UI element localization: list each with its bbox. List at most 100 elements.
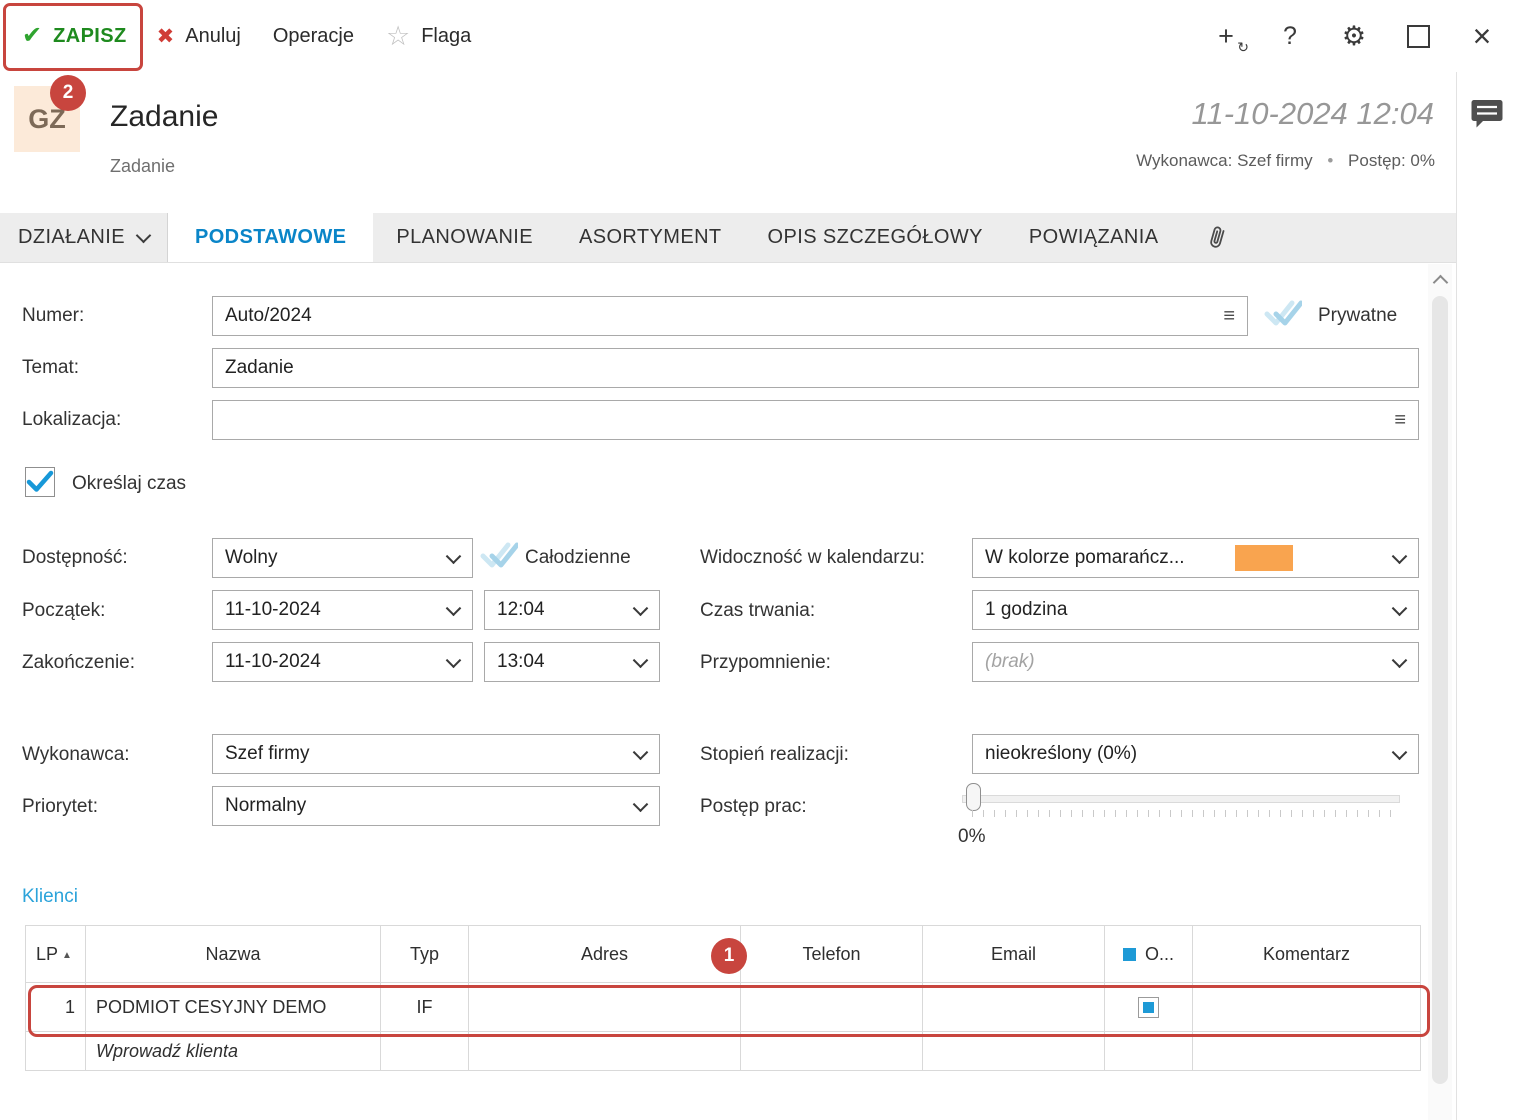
new-cell-checkbox [1104,1031,1193,1071]
new-cell-typ [380,1031,469,1071]
tab-asortyment[interactable]: ASORTYMENT [556,213,745,262]
czas-trwania-select[interactable]: 1 godzina [972,590,1419,630]
toolbar: ✔ ZAPISZ ✖ Anuluj Operacje ☆ Flaga + ↻ ?… [0,0,1519,72]
zakonczenie-date-select[interactable]: 11-10-2024 [212,642,473,682]
lokalizacja-input[interactable]: ≡ [212,400,1419,440]
star-icon: ☆ [386,20,411,51]
right-rail [1456,72,1519,1120]
chevron-down-icon [135,227,152,244]
temat-input[interactable]: Zadanie [212,348,1419,388]
widocznosc-label: Widoczność w kalendarzu: [700,547,925,568]
new-client-input[interactable]: Wprowadź klienta [85,1031,381,1071]
column-header-o[interactable]: O... [1104,925,1193,983]
wykonawca-value: Szef firmy [225,743,310,764]
tab-opis-szczegolowy[interactable]: OPIS SZCZEGÓŁOWY [745,213,1006,262]
checkbox-column-icon [1122,947,1136,961]
numer-label: Numer: [22,305,85,326]
widocznosc-select[interactable]: W kolorze pomarańcz... [972,538,1419,578]
zakonczenie-time-value: 13:04 [497,651,545,672]
maximize-button[interactable] [1405,20,1431,52]
okreslaj-czas-checkbox[interactable] [25,467,55,497]
okreslaj-czas-label: Określaj czas [72,473,187,494]
column-header-adres[interactable]: Adres [468,925,741,983]
priorytet-label: Priorytet: [22,796,99,817]
page-subtitle: Zadanie [110,156,176,176]
scrollbar-thumb[interactable] [1432,296,1448,1084]
tab-dzialanie[interactable]: DZIAŁANIE [0,213,168,262]
postep-label: Postęp prac: [700,796,807,817]
page-title: Zadanie [110,100,219,133]
refresh-icon: ↻ [1237,39,1249,55]
przypomnienie-label: Przypomnienie: [700,652,831,673]
tab-powiazania[interactable]: POWIĄZANIA [1006,213,1182,262]
vertical-scrollbar[interactable] [1428,264,1452,1120]
tab-podstawowe-label: PODSTAWOWE [194,226,347,248]
chevron-down-icon [632,744,649,761]
new-cell-email [922,1031,1105,1071]
przypomnienie-select[interactable]: (brak) [972,642,1419,682]
close-button[interactable]: × [1469,20,1495,52]
header-datetime: 11-10-2024 12:04 [1191,96,1434,131]
przypomnienie-value: (brak) [985,651,1035,672]
new-cell-lp [25,1031,86,1071]
operations-button-label: Operacje [272,24,354,47]
tab-opis-label: OPIS SZCZEGÓŁOWY [767,226,983,248]
prywatne-double-check-icon[interactable] [1264,298,1304,333]
scroll-up-button[interactable] [1428,270,1452,290]
slider-track[interactable] [962,795,1400,803]
chevron-up-icon [1432,274,1448,290]
poczatek-label: Początek: [22,600,106,621]
czas-trwania-label: Czas trwania: [700,600,816,621]
comment-bubble-icon [1471,100,1503,128]
attachment-button[interactable] [1207,213,1237,262]
wykonawca-select[interactable]: Szef firmy [212,734,660,774]
slider-thumb[interactable] [966,783,981,811]
zakonczenie-label: Zakończenie: [22,652,136,673]
meta-progress: Postęp: 0% [1348,151,1435,170]
annotation-save-highlight [3,3,143,71]
temat-value: Zadanie [225,357,294,378]
flag-button[interactable]: ☆ Flaga [370,12,487,60]
czas-trwania-value: 1 godzina [985,599,1068,620]
column-header-nazwa[interactable]: Nazwa [85,925,381,983]
tab-planowanie[interactable]: PLANOWANIE [373,213,556,262]
postep-slider[interactable] [962,783,1400,823]
operations-button[interactable]: Operacje [257,12,370,60]
column-header-typ[interactable]: Typ [380,925,469,983]
tab-podstawowe[interactable]: PODSTAWOWE [167,213,374,262]
new-client-row[interactable]: Wprowadź klienta [25,1031,1421,1071]
tab-bar: DZIAŁANIE PODSTAWOWE PLANOWANIE ASORTYME… [0,213,1456,263]
chevron-down-icon [1391,652,1408,669]
tab-powiazania-label: POWIĄZANIA [1028,226,1159,248]
numer-input[interactable]: Auto/2024 ≡ [212,296,1248,336]
settings-gear-icon[interactable]: ⚙ [1341,20,1367,52]
zakonczenie-time-select[interactable]: 13:04 [484,642,660,682]
poczatek-date-select[interactable]: 11-10-2024 [212,590,473,630]
column-header-lp[interactable]: LP ▲ [25,925,86,983]
add-new-button[interactable]: + ↻ [1213,20,1249,54]
stopien-select[interactable]: nieokreślony (0%) [972,734,1419,774]
header-meta: Wykonawca: Szef firmy • Postęp: 0% [1136,151,1435,171]
stopien-label: Stopień realizacji: [700,744,849,765]
plus-icon: + [1218,20,1234,51]
cancel-x-icon: ✖ [156,24,175,48]
calodzienne-double-check-icon[interactable] [480,540,520,575]
help-button[interactable]: ? [1277,20,1303,52]
chevron-down-icon [1391,548,1408,565]
tab-asortyment-label: ASORTYMENT [579,226,722,248]
lokalizacja-menu-icon[interactable]: ≡ [1394,410,1406,430]
numer-menu-icon[interactable]: ≡ [1223,306,1235,326]
poczatek-time-select[interactable]: 12:04 [484,590,660,630]
tab-planowanie-label: PLANOWANIE [396,226,533,248]
column-header-komentarz[interactable]: Komentarz [1192,925,1421,983]
o-header-label: O... [1144,943,1174,964]
chevron-down-icon [1391,600,1408,617]
cancel-button[interactable]: ✖ Anuluj [141,12,257,60]
comments-button[interactable] [1470,98,1504,135]
column-header-telefon[interactable]: Telefon [740,925,923,983]
dostepnosc-select[interactable]: Wolny [212,538,473,578]
meta-separator: • [1327,151,1334,170]
blue-check-icon [26,470,54,492]
column-header-email[interactable]: Email [922,925,1105,983]
priorytet-select[interactable]: Normalny [212,786,660,826]
